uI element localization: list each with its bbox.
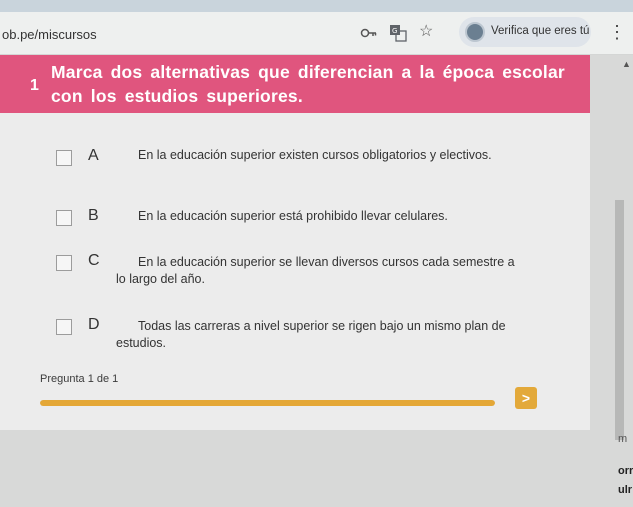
browser-top-strip [0, 0, 633, 12]
option-a-letter: A [88, 147, 99, 164]
option-d-checkbox[interactable] [56, 319, 72, 335]
page-content: 1 Marca dos alternativas que diferencian… [0, 55, 633, 507]
profile-verify-button[interactable]: Verifica que eres tú [459, 17, 591, 47]
question-number: 1 [30, 77, 39, 94]
browser-toolbar: ob.pe/miscursos G ☆ Verifica que eres tú… [0, 12, 633, 55]
star-icon[interactable]: ☆ [419, 23, 433, 41]
background-text-fragment: m [618, 433, 628, 445]
question-card: 1 Marca dos alternativas que diferencian… [0, 55, 590, 430]
address-bar-url[interactable]: ob.pe/miscursos [2, 27, 97, 42]
option-c-text: En la educación superior se llevan diver… [116, 255, 515, 286]
option-d-text: Todas las carreras a nivel superior se r… [116, 319, 506, 350]
option-a-text: En la educación superior existen cursos … [138, 148, 492, 162]
option-d-letter: D [88, 316, 100, 333]
progress-bar [40, 400, 495, 406]
svg-text:G: G [392, 27, 397, 35]
option-b-checkbox[interactable] [56, 210, 72, 226]
scrollbar[interactable] [615, 200, 624, 440]
menu-icon[interactable]: ⋮ [608, 23, 626, 41]
option-c-checkbox[interactable] [56, 255, 72, 271]
key-icon[interactable] [360, 26, 378, 40]
avatar [465, 22, 485, 42]
question-banner: 1 Marca dos alternativas que diferencian… [0, 55, 590, 113]
progress-bar-fill [40, 400, 495, 406]
scroll-up-arrow-icon[interactable]: ▲ [622, 59, 631, 69]
profile-verify-label: Verifica que eres tú [491, 25, 590, 37]
background-text-fragment: orr [618, 465, 633, 477]
option-b-text: En la educación superior está prohibido … [138, 209, 448, 223]
option-b-letter: B [88, 207, 99, 224]
translate-icon[interactable]: G [389, 24, 407, 42]
progress-label: Pregunta 1 de 1 [40, 373, 119, 385]
option-c-letter: C [88, 252, 100, 269]
background-text-fragment: ulr [618, 484, 633, 496]
question-text: Marca dos alternativas que diferencian a… [51, 62, 565, 106]
option-a-checkbox[interactable] [56, 150, 72, 166]
next-button[interactable]: > [515, 387, 537, 409]
